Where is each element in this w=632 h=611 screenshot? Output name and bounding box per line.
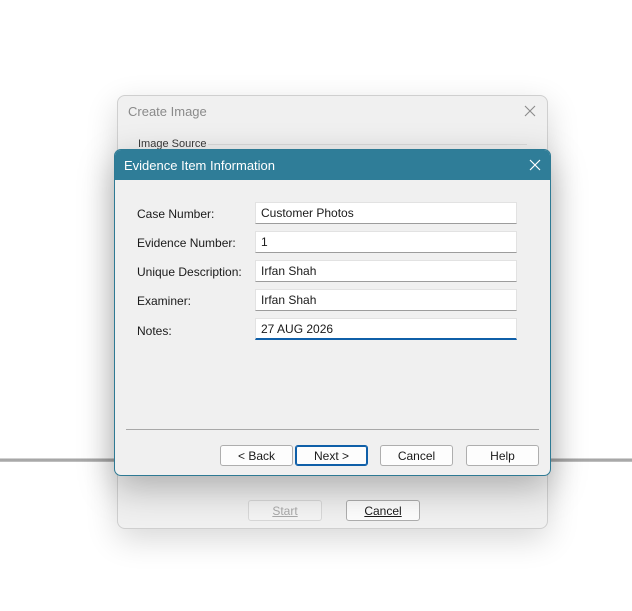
next-button[interactable]: Next > xyxy=(295,445,368,466)
create-image-close-button[interactable] xyxy=(521,102,539,120)
unique-description-label: Unique Description: xyxy=(137,265,242,279)
cancel-button[interactable]: Cancel xyxy=(380,445,453,466)
create-image-cancel-label: Cancel xyxy=(364,503,402,518)
notes-label: Notes: xyxy=(137,324,172,338)
notes-input[interactable] xyxy=(255,318,517,340)
create-image-title: Create Image xyxy=(128,104,207,119)
start-button-label: Start xyxy=(272,503,298,518)
examiner-input[interactable] xyxy=(255,289,517,311)
evidence-number-label: Evidence Number: xyxy=(137,236,236,250)
back-button[interactable]: < Back xyxy=(220,445,293,466)
image-source-group-border xyxy=(208,144,527,145)
examiner-label: Examiner: xyxy=(137,294,192,308)
dialog-titlebar: Evidence Item Information xyxy=(115,150,550,180)
evidence-number-input[interactable] xyxy=(255,231,517,253)
unique-description-input[interactable] xyxy=(255,260,517,282)
evidence-item-information-dialog: Evidence Item Information Case Number: E… xyxy=(114,149,551,476)
case-number-label: Case Number: xyxy=(137,207,215,221)
help-button[interactable]: Help xyxy=(466,445,539,466)
start-button[interactable]: Start xyxy=(248,500,322,521)
button-separator xyxy=(126,429,539,430)
dialog-title: Evidence Item Information xyxy=(124,158,276,173)
case-number-input[interactable] xyxy=(255,202,517,224)
create-image-cancel-button[interactable]: Cancel xyxy=(346,500,420,521)
close-icon xyxy=(529,159,541,171)
close-icon xyxy=(524,105,536,117)
dialog-close-button[interactable] xyxy=(526,156,544,174)
